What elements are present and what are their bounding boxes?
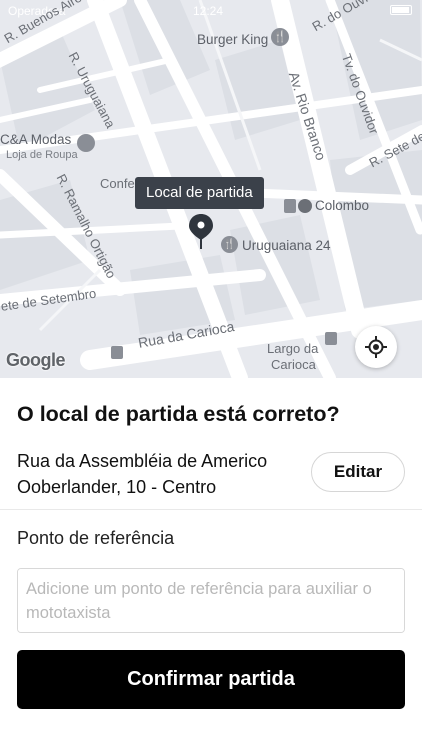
pickup-confirmation-sheet: O local de partida está correto? Rua da … <box>0 378 422 750</box>
battery-icon <box>390 5 412 15</box>
pickup-address-line1: Rua da Assembléia de Americo <box>17 451 268 471</box>
map-label-poi: Colombo <box>315 198 370 213</box>
bus-stop-icon <box>111 346 123 359</box>
map-label-poi: C&A Modas <box>0 132 72 147</box>
my-location-button[interactable] <box>355 326 397 368</box>
pickup-address: Rua da Assembléia de Americo Ooberlander… <box>17 448 297 500</box>
pickup-address-line2: Ooberlander, 10 - Centro <box>17 477 217 497</box>
bus-stop-icon <box>325 332 337 345</box>
crosshair-icon <box>365 336 387 358</box>
edit-address-button[interactable]: Editar <box>311 452 405 492</box>
metro-icon <box>298 199 312 213</box>
confirm-pickup-button[interactable]: Confirmar partida <box>17 650 405 709</box>
divider <box>0 509 422 510</box>
clock: 12:24 <box>193 4 224 18</box>
map-label-place: Carioca <box>271 357 316 372</box>
map-label-poi-category: Loja de Roupa <box>6 149 78 161</box>
map-label-poi: Uruguaiana 24 <box>242 238 331 253</box>
restaurant-icon: 🍴 <box>271 28 289 46</box>
map-label-poi: Confe <box>100 176 135 191</box>
sheet-title: O local de partida está correto? <box>17 402 340 426</box>
map-view[interactable]: Operadora 12:24 R. Buenos Aires R. Urugu… <box>0 0 422 378</box>
reference-input[interactable] <box>17 568 405 633</box>
google-logo: Google <box>6 350 66 370</box>
pickup-tooltip: Local de partida <box>135 177 264 209</box>
map-label-poi: Burger King <box>197 32 269 47</box>
bus-stop-icon <box>284 199 296 213</box>
shopping-icon <box>77 134 95 152</box>
reference-label: Ponto de referência <box>17 528 175 548</box>
map-label-place: Largo da <box>267 341 319 356</box>
restaurant-icon: 🍴 <box>221 236 238 253</box>
location-pin-icon[interactable] <box>187 213 215 249</box>
